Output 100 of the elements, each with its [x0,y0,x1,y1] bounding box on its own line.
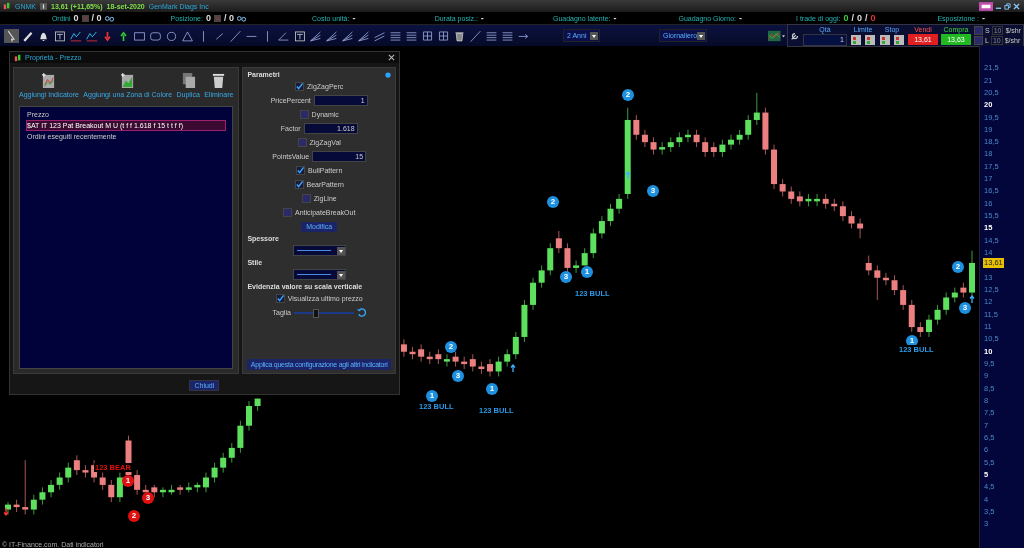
candlestick [30,494,37,515]
slider-thumb[interactable] [312,308,319,318]
pattern-point-marker: 1 [486,383,498,395]
pattern-point-marker: 1 [122,475,134,487]
candlestick [745,114,752,141]
diagonal-line-icon[interactable] [468,28,483,43]
pattern-point-marker: 1 [426,390,438,402]
pattern-point-marker: 2 [128,510,140,522]
stat-value: - [739,13,743,23]
trash-icon [211,72,227,89]
stop-order-icon[interactable] [878,33,891,46]
checkbox[interactable] [973,36,983,45]
stat-value: 0 [205,13,211,23]
candlestick [220,452,227,474]
close-icon[interactable] [388,54,395,61]
grid-icon[interactable] [420,28,435,43]
candlestick [633,114,640,141]
stat-value: / [851,13,854,23]
checkbox[interactable] [295,82,305,91]
stat-value: - [982,13,986,23]
reset-icon[interactable] [356,308,366,317]
stop-order-icon[interactable] [892,33,905,46]
candlestick [65,462,72,483]
arrow-up-icon [969,295,975,303]
checkbox[interactable] [299,110,309,119]
restore-icon[interactable] [1004,2,1011,10]
dropdown-arrow-icon[interactable] [590,31,598,40]
stat-value: - [613,13,617,23]
stat-value: - [352,13,356,23]
stat-value: / [864,13,868,23]
candlestick [900,284,907,311]
candlestick [865,255,872,276]
candlestick [728,134,734,151]
dropdown-arrow-icon[interactable] [336,270,345,279]
candlestick [538,264,545,289]
candlestick [659,141,666,155]
pattern-point-marker: 3 [142,492,154,504]
binoculars-icon[interactable] [236,14,246,22]
line-dropdown[interactable] [292,269,346,280]
stat-value: 0 [73,13,79,23]
checkbox[interactable] [275,294,285,303]
checkbox[interactable] [301,194,311,203]
candlestick [598,215,605,239]
add-zone-icon [120,72,136,89]
candlestick [839,200,846,222]
candlestick [925,314,932,338]
keyboard-icon[interactable] [979,1,993,11]
grid-icon[interactable] [436,28,451,43]
candlestick [702,136,709,158]
candlestick [616,193,623,215]
candlestick [237,420,244,454]
close-icon[interactable] [1013,2,1020,10]
checkbox[interactable] [297,138,307,147]
pattern-point-marker: 3 [959,302,971,314]
candlestick [547,242,554,276]
cursor-icon[interactable] [4,28,19,43]
pattern-point-marker: 2 [547,196,559,208]
binoculars-icon[interactable] [104,14,114,22]
candlestick [796,190,803,207]
candlestick [753,92,760,126]
checkbox[interactable] [973,26,983,35]
candlestick [108,479,115,503]
candlestick [73,454,80,476]
info-dot-icon[interactable] [385,71,391,78]
arrow-down-icon [3,508,9,516]
candlestick [943,292,950,316]
candle-icon [14,53,22,62]
candlestick [590,227,597,259]
chart-style-icon[interactable] [768,28,786,43]
triangle-icon[interactable] [180,28,195,43]
checkbox[interactable] [296,166,306,175]
candlestick [228,442,235,464]
pattern-point-marker: 3 [452,370,464,382]
diagonal-line-icon[interactable] [228,28,243,43]
candlestick [908,299,915,333]
cancel-icon[interactable] [213,14,221,22]
candlestick [116,472,123,503]
candlestick [891,274,898,296]
candlestick [134,469,141,496]
checkbox[interactable] [283,208,293,217]
cancel-icon[interactable] [81,14,89,22]
pattern-point-marker: 3 [647,185,659,197]
limit-order-icon[interactable] [849,33,862,46]
candlestick [512,331,519,360]
dropdown-arrow-icon[interactable] [336,246,345,255]
candlestick [48,479,55,498]
info-icon[interactable] [40,2,47,10]
candlestick [641,129,648,148]
line-dropdown[interactable] [292,245,346,256]
pattern-point-marker: 2 [445,341,457,353]
checkbox[interactable] [294,180,304,189]
candlestick [202,472,209,493]
stat-value: 0 [843,13,849,23]
text-icon[interactable] [52,28,67,43]
dropdown-arrow-icon[interactable] [697,31,706,40]
text-icon[interactable] [292,28,307,43]
pattern-point-marker: 1 [581,266,593,278]
copy-icon [180,72,196,89]
limit-order-icon[interactable] [863,33,876,46]
candlestick [443,353,450,368]
